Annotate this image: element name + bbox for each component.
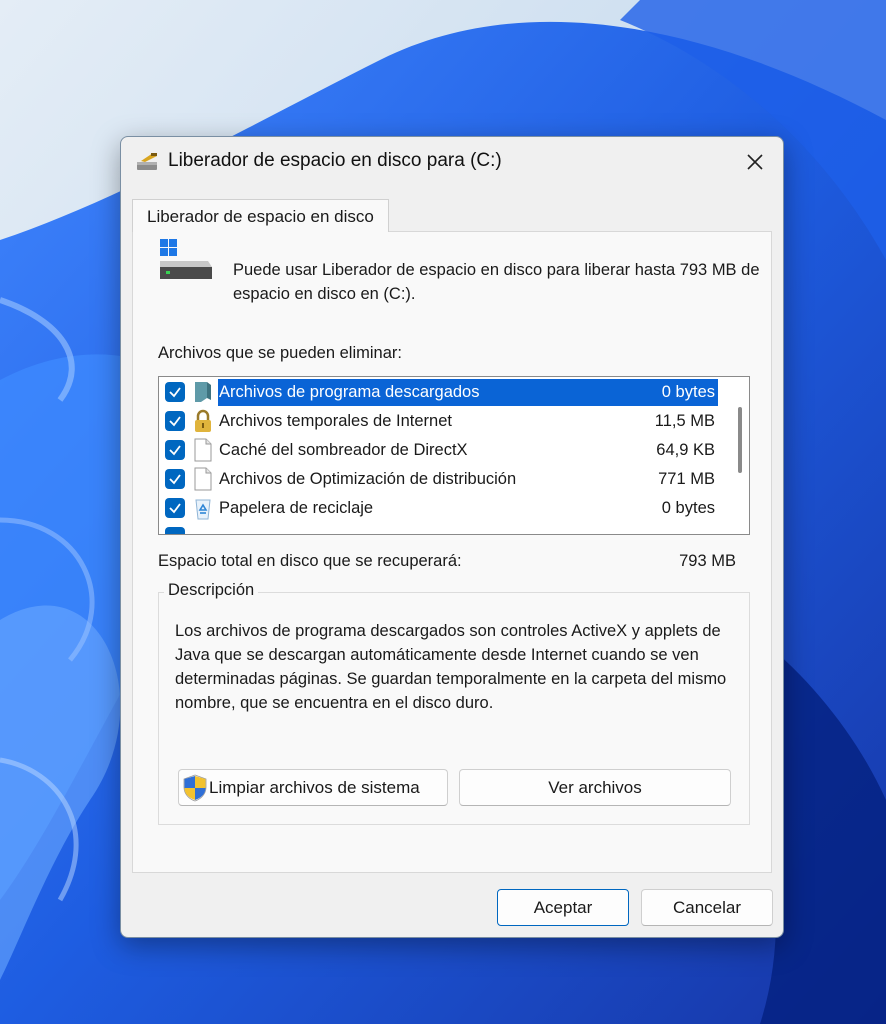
list-item[interactable]: Papelera de reciclaje 0 bytes	[159, 494, 749, 523]
recycle-bin-icon	[195, 499, 211, 520]
item-size: 64,9 KB	[656, 441, 715, 459]
item-checkbox[interactable]	[165, 382, 185, 402]
disk-cleanup-dialog: Liberador de espacio en disco para (C:) …	[120, 136, 784, 938]
disk-cleanup-icon	[137, 153, 157, 170]
tab-panel: Puede usar Liberador de espacio en disco…	[132, 231, 772, 873]
clean-system-files-button[interactable]: Limpiar archivos de sistema	[178, 769, 448, 806]
item-checkbox	[165, 527, 185, 534]
list-scrollbar[interactable]	[731, 377, 749, 534]
cancel-button[interactable]: Cancelar	[641, 889, 773, 926]
item-name: Archivos de programa descargados	[219, 383, 480, 401]
item-checkbox[interactable]	[165, 440, 185, 460]
item-name: Papelera de reciclaje	[219, 499, 374, 517]
checkmark-icon	[169, 387, 181, 398]
view-files-button[interactable]: Ver archivos	[459, 769, 731, 806]
window-title: Liberador de espacio en disco para (C:)	[168, 150, 502, 171]
folder-icon	[195, 382, 211, 402]
list-item-partial	[159, 523, 749, 534]
intro-text: Puede usar Liberador de espacio en disco…	[233, 261, 760, 303]
title-bar[interactable]: Liberador de espacio en disco para (C:)	[121, 137, 783, 189]
list-item[interactable]: Caché del sombreador de DirectX 64,9 KB	[159, 436, 749, 465]
total-space-label: Espacio total en disco que se recuperará…	[158, 552, 462, 570]
checkmark-icon	[169, 416, 181, 427]
clean-system-files-label: Limpiar archivos de sistema	[209, 777, 420, 797]
item-checkbox[interactable]	[165, 469, 185, 489]
tab-disk-cleanup[interactable]: Liberador de espacio en disco	[132, 199, 389, 232]
list-item[interactable]: Archivos de Optimización de distribución…	[159, 465, 749, 494]
scrollbar-thumb[interactable]	[738, 407, 742, 473]
description-group: Descripción Los archivos de programa des…	[158, 581, 750, 825]
description-legend: Descripción	[164, 581, 259, 600]
close-button[interactable]	[733, 143, 777, 181]
lock-icon	[195, 409, 211, 432]
files-to-delete-list[interactable]: Archivos de programa descargados 0 bytes…	[158, 376, 750, 535]
list-item[interactable]: Archivos de programa descargados 0 bytes	[159, 378, 749, 407]
checkmark-icon	[169, 445, 181, 456]
ok-button[interactable]: Aceptar	[497, 889, 629, 926]
checkmark-icon	[169, 474, 181, 485]
total-space-value: 793 MB	[679, 552, 736, 570]
list-item[interactable]: Archivos temporales de Internet 11,5 MB	[159, 407, 749, 436]
item-size: 0 bytes	[661, 499, 715, 517]
uac-shield-icon	[183, 774, 207, 802]
file-icon	[194, 438, 212, 462]
item-size: 11,5 MB	[654, 412, 715, 430]
description-text: Los archivos de programa descargados son…	[175, 622, 727, 712]
item-checkbox[interactable]	[165, 498, 185, 518]
item-size: 771 MB	[658, 470, 715, 488]
item-name: Archivos de Optimización de distribución	[219, 470, 517, 488]
item-name: Archivos temporales de Internet	[219, 412, 452, 430]
checkmark-icon	[169, 503, 181, 514]
item-checkbox[interactable]	[165, 411, 185, 431]
files-list-label: Archivos que se pueden eliminar:	[158, 344, 402, 362]
file-icon	[194, 467, 212, 491]
item-size: 0 bytes	[661, 383, 715, 401]
item-name: Caché del sombreador de DirectX	[219, 441, 468, 459]
close-icon	[747, 154, 763, 170]
hard-drive-icon	[160, 239, 212, 279]
